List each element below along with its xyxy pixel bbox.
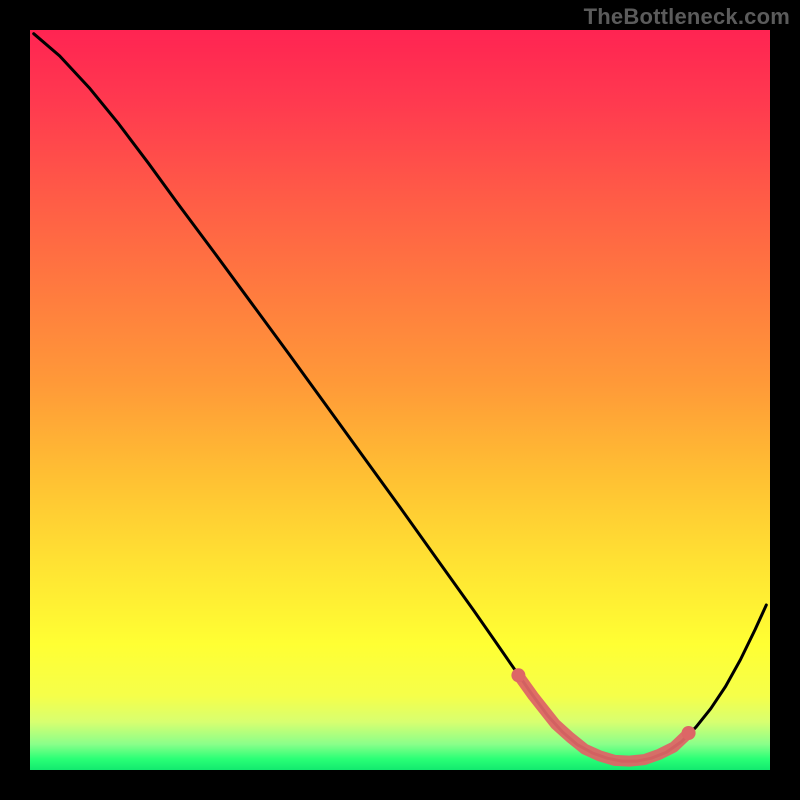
chart-frame: TheBottleneck.com	[0, 0, 800, 800]
tolerance-endpoint	[682, 726, 696, 740]
tolerance-endpoint	[511, 668, 525, 682]
plot-area	[30, 30, 770, 770]
watermark-text: TheBottleneck.com	[584, 4, 790, 30]
gradient-background	[30, 30, 770, 770]
chart-svg	[30, 30, 770, 770]
